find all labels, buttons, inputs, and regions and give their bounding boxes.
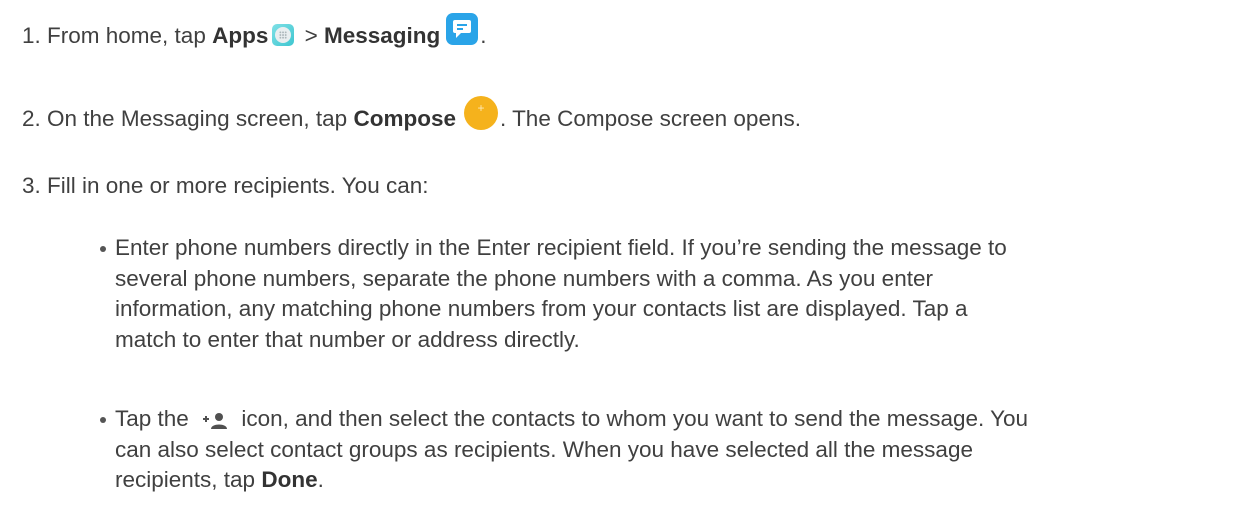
bullet-paragraph-2: Tap the icon, and then select the contac… — [115, 404, 1028, 496]
step-text: Fill in one or more recipients. You can: — [47, 173, 429, 198]
bullet-line: Tap the icon, and then select the contac… — [115, 404, 1028, 435]
bullet-text: Tap the — [115, 406, 196, 431]
apps-icon — [272, 24, 295, 47]
step-text: . The Compose screen opens. — [499, 105, 801, 131]
bullet-dot — [100, 417, 106, 423]
step-text: On the Messaging screen, tap — [47, 105, 354, 131]
step-number: 2. — [22, 105, 41, 131]
step-text: > — [298, 23, 324, 48]
bullet-dot — [100, 246, 106, 252]
bullet-line: recipients, tap Done. — [115, 465, 1028, 496]
messaging-icon — [446, 13, 479, 46]
bullet-text: recipients, tap — [115, 467, 262, 492]
add-person-icon — [201, 408, 229, 430]
compose-plus-icon: + — [463, 96, 498, 130]
step-1: 1. From home, tap Apps > Messaging. — [22, 13, 487, 53]
step-2: 2. On the Messaging screen, tap Compose +… — [22, 96, 801, 137]
messaging-label: Messaging — [324, 23, 441, 48]
bullet-line: information, any matching phone numbers … — [115, 296, 968, 321]
compose-label: Compose — [353, 105, 456, 131]
apps-label: Apps — [212, 23, 269, 48]
bullet-line: Enter phone numbers directly in the Ente… — [115, 235, 1007, 260]
step-number: 1. — [22, 23, 41, 48]
bullet-text: . — [317, 467, 324, 492]
done-label: Done — [261, 467, 318, 492]
step-text: From home, tap — [47, 23, 213, 48]
bullet-line: can also select contact groups as recipi… — [115, 436, 973, 462]
step-3: 3. Fill in one or more recipients. You c… — [22, 171, 429, 201]
bullet-line: match to enter that number or address di… — [115, 326, 580, 352]
bullet-line: several phone numbers, separate the phon… — [115, 265, 933, 291]
bullet-text: icon, and then select the contacts to wh… — [235, 406, 1029, 431]
bullet-paragraph-1: Enter phone numbers directly in the Ente… — [115, 233, 1007, 355]
step-number: 3. — [22, 173, 41, 198]
step-text: . — [480, 23, 487, 48]
